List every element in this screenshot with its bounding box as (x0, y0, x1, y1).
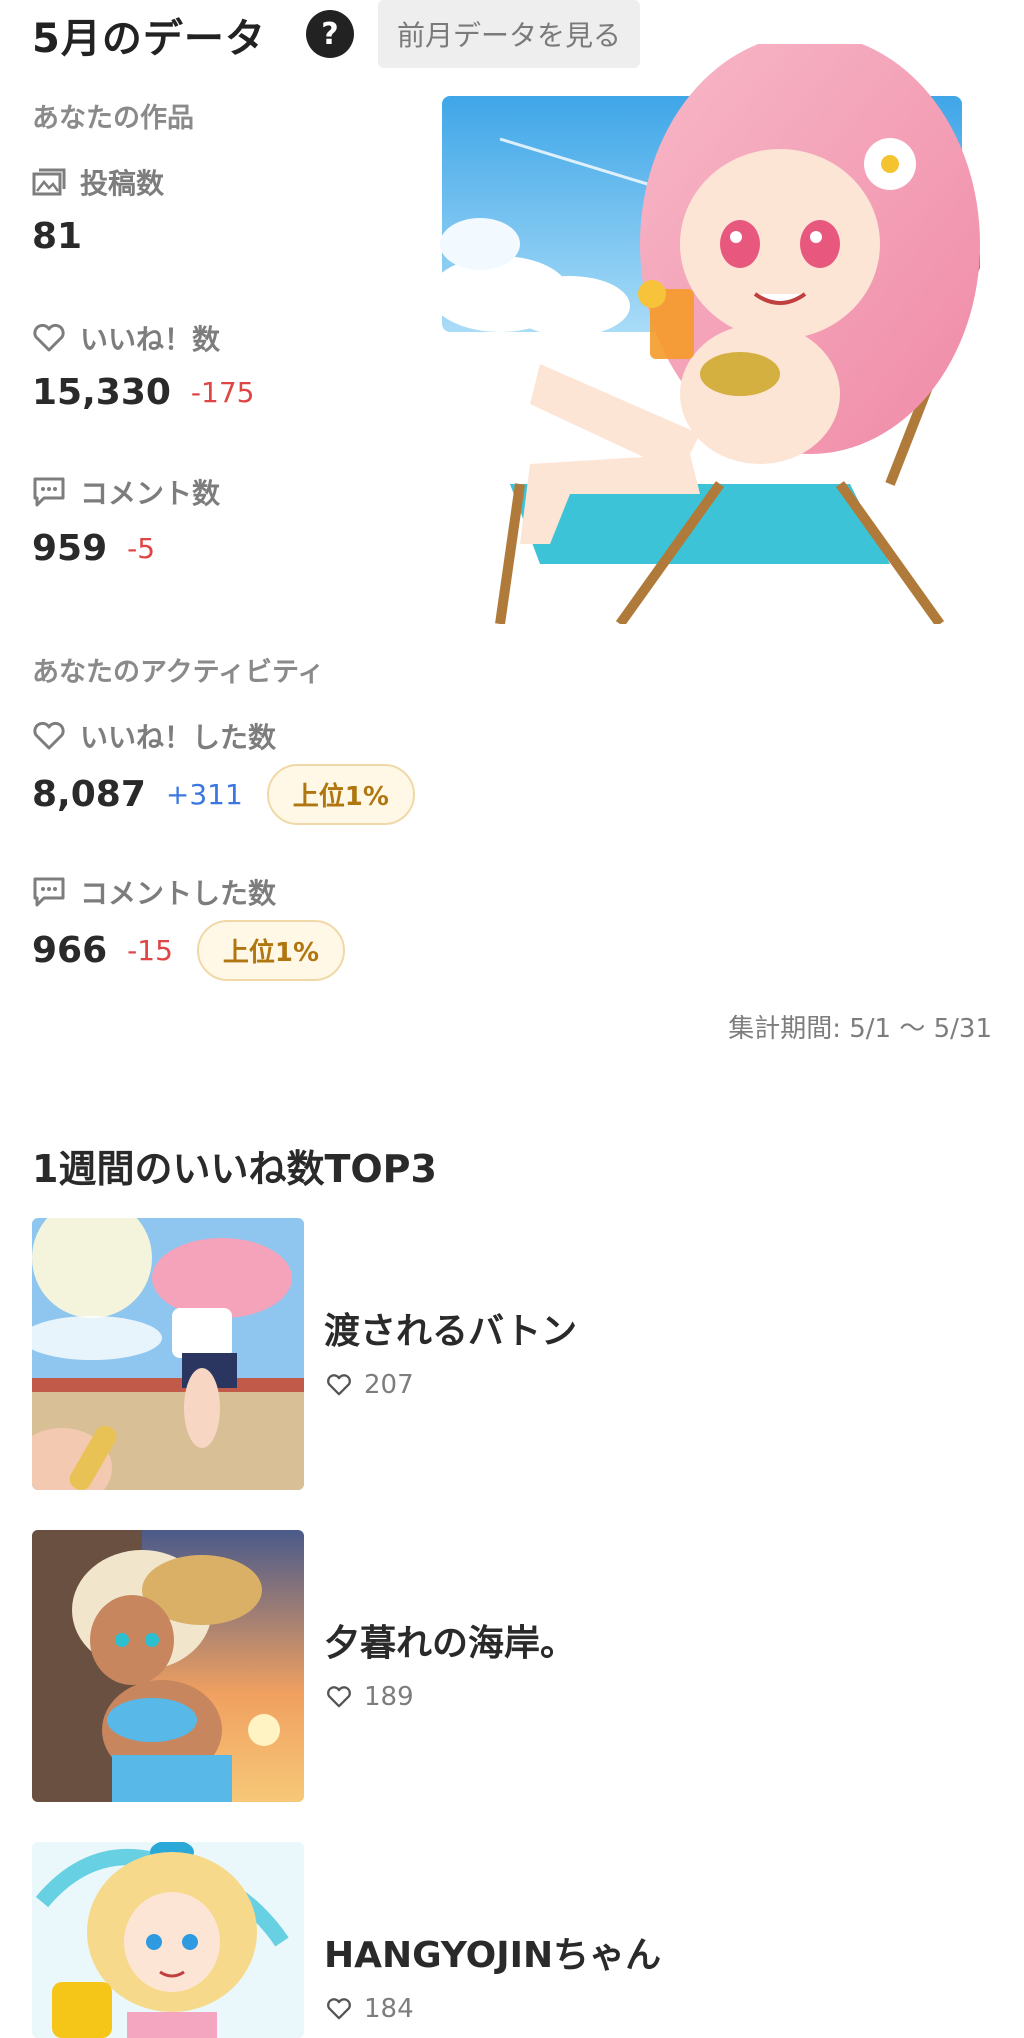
artwork-likes-count: 207 (364, 1370, 414, 1400)
comments-given-value: 966 (32, 930, 108, 971)
heart-icon (327, 1374, 351, 1396)
likes-label: いいね！数 (32, 318, 220, 358)
heart-icon (327, 1998, 351, 2020)
comment-icon (33, 477, 65, 507)
comments-label-text: コメント数 (80, 477, 221, 510)
list-item[interactable]: 夕暮れの海岸。 189 (32, 1530, 992, 1802)
page-title: 5月のデータ (32, 16, 266, 62)
artwork-title[interactable]: 渡されるバトン (324, 1302, 577, 1354)
artwork-likes-count: 184 (364, 1994, 414, 2024)
aggregation-period: 集計期間: 5/1 〜 5/31 (728, 1014, 992, 1044)
activity-section-label: あなたのアクティビティ (32, 657, 325, 688)
comments-label: コメント数 (32, 472, 220, 512)
likes-diff: -175 (190, 376, 255, 409)
list-item[interactable]: HANGYOJINちゃん 184 (32, 1842, 992, 2038)
posts-value: 81 (32, 216, 83, 257)
comments-value: 959 (32, 528, 108, 569)
likes-stat: 15,330 -175 (32, 372, 254, 413)
likes-value: 15,330 (32, 372, 171, 413)
artwork-thumbnail[interactable] (32, 1218, 304, 1490)
artwork-likes-count: 189 (364, 1682, 414, 1712)
comments-given-label-text: コメントした数 (80, 877, 277, 910)
comments-given-stat: 966 -15 上位1% (32, 920, 346, 981)
likes-given-rank-badge: 上位1% (266, 764, 415, 825)
works-section-label: あなたの作品 (32, 103, 194, 134)
heart-icon (33, 721, 65, 750)
likes-label-text: いいね！数 (80, 323, 221, 356)
artwork-title[interactable]: HANGYOJINちゃん (324, 1926, 661, 1978)
artwork-likes: 189 (326, 1682, 414, 1712)
help-icon[interactable]: ? (306, 10, 354, 58)
list-item[interactable]: 渡されるバトン 207 (32, 1218, 992, 1490)
comments-diff: -5 (127, 532, 156, 565)
artwork-title[interactable]: 夕暮れの海岸。 (324, 1614, 576, 1666)
likes-given-diff: +311 (165, 778, 243, 811)
hero-illustration (420, 34, 985, 627)
heart-icon (327, 1686, 351, 1708)
comments-stat: 959 -5 (32, 528, 155, 569)
comment-icon (33, 877, 65, 907)
likes-given-label-text: いいね！した数 (80, 721, 277, 754)
artwork-thumbnail[interactable] (32, 1842, 304, 2038)
artwork-likes: 207 (326, 1370, 414, 1400)
gallery-icon (32, 168, 66, 196)
comments-given-label: コメントした数 (32, 872, 276, 912)
likes-given-value: 8,087 (32, 774, 146, 815)
artwork-thumbnail[interactable] (32, 1530, 304, 1802)
artwork-likes: 184 (326, 1994, 414, 2024)
posts-label-text: 投稿数 (80, 167, 165, 200)
posts-label: 投稿数 (32, 162, 164, 202)
likes-given-label: いいね！した数 (32, 716, 276, 756)
comments-given-diff: -15 (127, 934, 173, 967)
comments-given-rank-badge: 上位1% (196, 920, 346, 981)
top3-title: 1週間のいいね数TOP3 (32, 1147, 437, 1191)
likes-given-stat: 8,087 +311 上位1% (32, 764, 415, 825)
posts-stat: 81 (32, 216, 82, 257)
heart-icon (33, 323, 65, 352)
